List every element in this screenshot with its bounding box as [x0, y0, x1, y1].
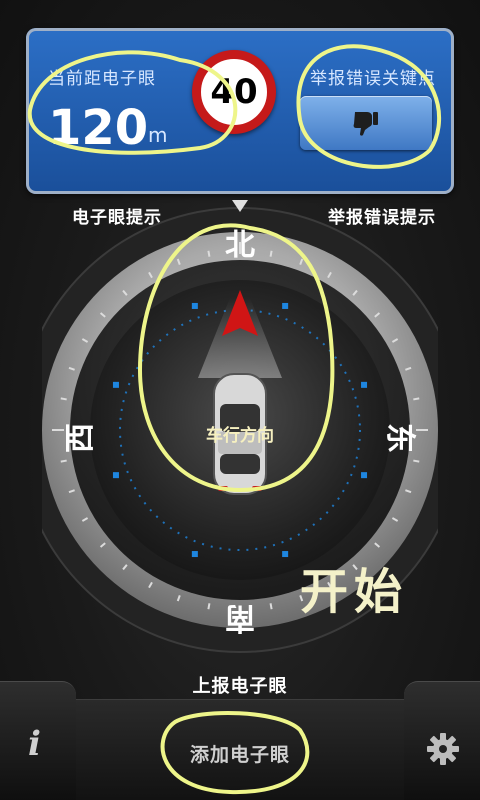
thumbs-down-icon	[353, 112, 378, 136]
north-label: 北	[225, 228, 255, 263]
app-root: 当前距电子眼 120 m 40 举报错误关键点 电子眼提示 举报错误提示 北 东…	[0, 0, 480, 800]
settings-button[interactable]	[404, 681, 480, 800]
electronic-eye-panel: 当前距电子眼 120 m 40 举报错误关键点	[26, 28, 454, 194]
start-text: 开始	[300, 564, 409, 620]
blue-mark	[112, 381, 119, 388]
report-error-label: 举报错误关键点	[310, 69, 436, 89]
report-error-button[interactable]	[300, 96, 432, 150]
compass-tick	[269, 250, 273, 257]
blue-mark	[361, 472, 368, 479]
distance-value: 120	[48, 100, 149, 156]
add-eye-label: 添加电子眼	[189, 744, 290, 766]
compass-tick	[413, 459, 420, 463]
driving-direction-label: 车行方向	[206, 425, 274, 446]
speed-limit-value: 40	[210, 72, 258, 112]
blue-mark	[282, 302, 289, 309]
add-eye-button[interactable]: 添加电子眼	[76, 699, 404, 800]
compass-tick	[207, 250, 211, 257]
bottom-toolbar: i 添加电子眼	[0, 681, 480, 800]
compass-tick	[60, 459, 67, 463]
south-label: 南	[225, 600, 255, 635]
east-label: 东	[382, 423, 417, 453]
distance-label: 当前距电子眼	[48, 69, 156, 89]
blue-mark	[282, 551, 289, 558]
blue-mark	[191, 302, 198, 309]
compass-tick	[60, 397, 67, 401]
compass-tick	[269, 603, 273, 610]
distance-unit: m	[148, 123, 168, 147]
blue-mark	[112, 472, 119, 479]
blue-mark	[361, 381, 368, 388]
info-icon: i	[28, 724, 41, 764]
compass-tick	[207, 603, 211, 610]
gear-icon	[427, 733, 459, 765]
blue-mark	[191, 551, 198, 558]
info-button[interactable]: i	[0, 681, 76, 800]
west-label: 西	[63, 423, 98, 453]
speed-limit-sign: 40	[192, 50, 276, 134]
compass-tick	[413, 397, 420, 401]
